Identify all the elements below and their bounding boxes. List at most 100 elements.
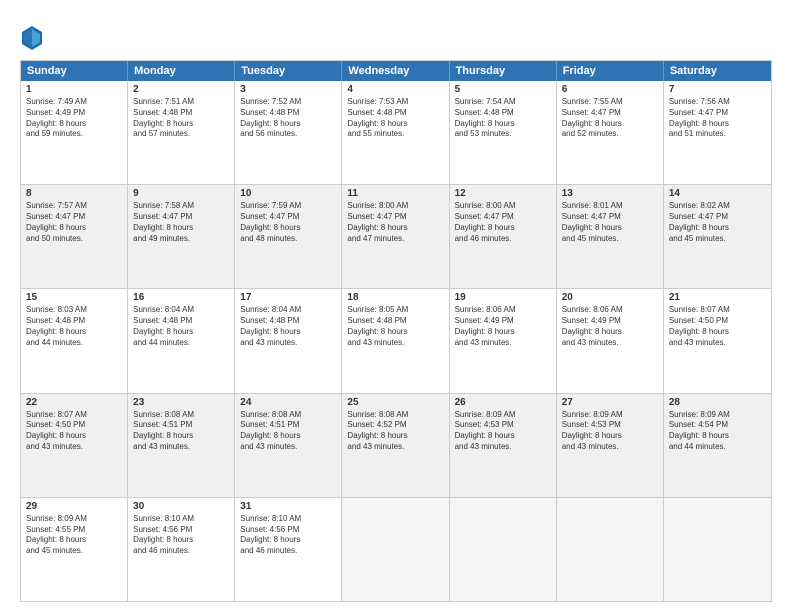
day-info: and 52 minutes. (562, 129, 658, 140)
day-info: and 50 minutes. (26, 234, 122, 245)
day-info: Daylight: 8 hours (133, 119, 229, 130)
day-info: Sunset: 4:47 PM (455, 212, 551, 223)
header (20, 20, 772, 52)
page: SundayMondayTuesdayWednesdayThursdayFrid… (0, 0, 792, 612)
day-info: Daylight: 8 hours (133, 535, 229, 546)
day-number: 3 (240, 84, 336, 95)
day-info: Sunset: 4:47 PM (669, 108, 766, 119)
calendar-cell (342, 498, 449, 601)
day-info: and 43 minutes. (240, 442, 336, 453)
day-info: Sunrise: 7:53 AM (347, 97, 443, 108)
day-info: Sunset: 4:47 PM (240, 212, 336, 223)
calendar-header: SundayMondayTuesdayWednesdayThursdayFrid… (21, 61, 771, 81)
day-info: Sunrise: 8:04 AM (240, 305, 336, 316)
calendar-cell: 31Sunrise: 8:10 AMSunset: 4:56 PMDayligh… (235, 498, 342, 601)
day-info: and 59 minutes. (26, 129, 122, 140)
day-info: Sunset: 4:48 PM (455, 108, 551, 119)
day-number: 17 (240, 292, 336, 303)
day-info: and 43 minutes. (455, 338, 551, 349)
day-info: Daylight: 8 hours (669, 223, 766, 234)
day-info: Sunrise: 8:06 AM (455, 305, 551, 316)
day-info: and 46 minutes. (240, 546, 336, 557)
weekday-header-saturday: Saturday (664, 61, 771, 81)
day-info: and 49 minutes. (133, 234, 229, 245)
day-number: 5 (455, 84, 551, 95)
day-info: Daylight: 8 hours (455, 327, 551, 338)
day-info: Sunset: 4:49 PM (562, 316, 658, 327)
calendar-cell: 30Sunrise: 8:10 AMSunset: 4:56 PMDayligh… (128, 498, 235, 601)
calendar-cell: 18Sunrise: 8:05 AMSunset: 4:48 PMDayligh… (342, 289, 449, 392)
day-number: 10 (240, 188, 336, 199)
day-number: 21 (669, 292, 766, 303)
calendar-cell: 22Sunrise: 8:07 AMSunset: 4:50 PMDayligh… (21, 394, 128, 497)
day-info: Sunset: 4:49 PM (26, 108, 122, 119)
calendar-cell: 27Sunrise: 8:09 AMSunset: 4:53 PMDayligh… (557, 394, 664, 497)
calendar-cell: 25Sunrise: 8:08 AMSunset: 4:52 PMDayligh… (342, 394, 449, 497)
weekday-header-thursday: Thursday (450, 61, 557, 81)
day-info: and 43 minutes. (133, 442, 229, 453)
day-info: Sunset: 4:47 PM (669, 212, 766, 223)
day-info: Sunset: 4:56 PM (133, 525, 229, 536)
day-info: Sunrise: 7:52 AM (240, 97, 336, 108)
day-info: Sunrise: 7:56 AM (669, 97, 766, 108)
day-number: 30 (133, 501, 229, 512)
day-info: and 51 minutes. (669, 129, 766, 140)
day-info: and 46 minutes. (133, 546, 229, 557)
day-info: Sunset: 4:53 PM (562, 420, 658, 431)
day-number: 26 (455, 397, 551, 408)
day-info: and 57 minutes. (133, 129, 229, 140)
day-info: and 56 minutes. (240, 129, 336, 140)
day-info: Sunset: 4:48 PM (347, 108, 443, 119)
day-info: and 45 minutes. (669, 234, 766, 245)
day-info: Daylight: 8 hours (26, 535, 122, 546)
calendar-cell: 10Sunrise: 7:59 AMSunset: 4:47 PMDayligh… (235, 185, 342, 288)
day-info: Daylight: 8 hours (455, 431, 551, 442)
day-info: and 53 minutes. (455, 129, 551, 140)
day-info: Sunset: 4:51 PM (133, 420, 229, 431)
day-info: Sunrise: 8:04 AM (133, 305, 229, 316)
calendar-cell: 21Sunrise: 8:07 AMSunset: 4:50 PMDayligh… (664, 289, 771, 392)
day-info: Sunrise: 8:09 AM (562, 410, 658, 421)
day-info: and 44 minutes. (26, 338, 122, 349)
day-number: 24 (240, 397, 336, 408)
day-number: 12 (455, 188, 551, 199)
day-info: Sunset: 4:54 PM (669, 420, 766, 431)
calendar-cell: 7Sunrise: 7:56 AMSunset: 4:47 PMDaylight… (664, 81, 771, 184)
day-number: 11 (347, 188, 443, 199)
calendar-cell: 14Sunrise: 8:02 AMSunset: 4:47 PMDayligh… (664, 185, 771, 288)
day-info: Daylight: 8 hours (669, 119, 766, 130)
calendar-cell: 26Sunrise: 8:09 AMSunset: 4:53 PMDayligh… (450, 394, 557, 497)
weekday-header-monday: Monday (128, 61, 235, 81)
day-info: and 48 minutes. (240, 234, 336, 245)
calendar-cell: 3Sunrise: 7:52 AMSunset: 4:48 PMDaylight… (235, 81, 342, 184)
day-number: 28 (669, 397, 766, 408)
day-info: Daylight: 8 hours (26, 119, 122, 130)
calendar-body: 1Sunrise: 7:49 AMSunset: 4:49 PMDaylight… (21, 81, 771, 601)
weekday-header-tuesday: Tuesday (235, 61, 342, 81)
day-info: and 44 minutes. (669, 442, 766, 453)
day-number: 31 (240, 501, 336, 512)
day-info: Sunrise: 7:55 AM (562, 97, 658, 108)
day-info: Sunrise: 8:00 AM (347, 201, 443, 212)
day-info: and 43 minutes. (26, 442, 122, 453)
day-info: and 46 minutes. (455, 234, 551, 245)
day-info: Daylight: 8 hours (240, 119, 336, 130)
day-info: Daylight: 8 hours (26, 327, 122, 338)
calendar-cell: 5Sunrise: 7:54 AMSunset: 4:48 PMDaylight… (450, 81, 557, 184)
calendar-row-3: 22Sunrise: 8:07 AMSunset: 4:50 PMDayligh… (21, 394, 771, 498)
calendar-cell (450, 498, 557, 601)
day-info: Sunrise: 8:05 AM (347, 305, 443, 316)
day-info: Sunrise: 8:08 AM (133, 410, 229, 421)
day-number: 18 (347, 292, 443, 303)
day-info: Sunset: 4:50 PM (669, 316, 766, 327)
day-info: Sunrise: 8:07 AM (669, 305, 766, 316)
day-info: Sunrise: 8:09 AM (669, 410, 766, 421)
logo-icon (20, 24, 44, 52)
day-info: and 43 minutes. (669, 338, 766, 349)
day-number: 20 (562, 292, 658, 303)
day-info: and 43 minutes. (562, 338, 658, 349)
day-info: Sunrise: 8:09 AM (455, 410, 551, 421)
day-info: Sunrise: 8:08 AM (240, 410, 336, 421)
day-info: Daylight: 8 hours (562, 327, 658, 338)
day-info: and 45 minutes. (562, 234, 658, 245)
